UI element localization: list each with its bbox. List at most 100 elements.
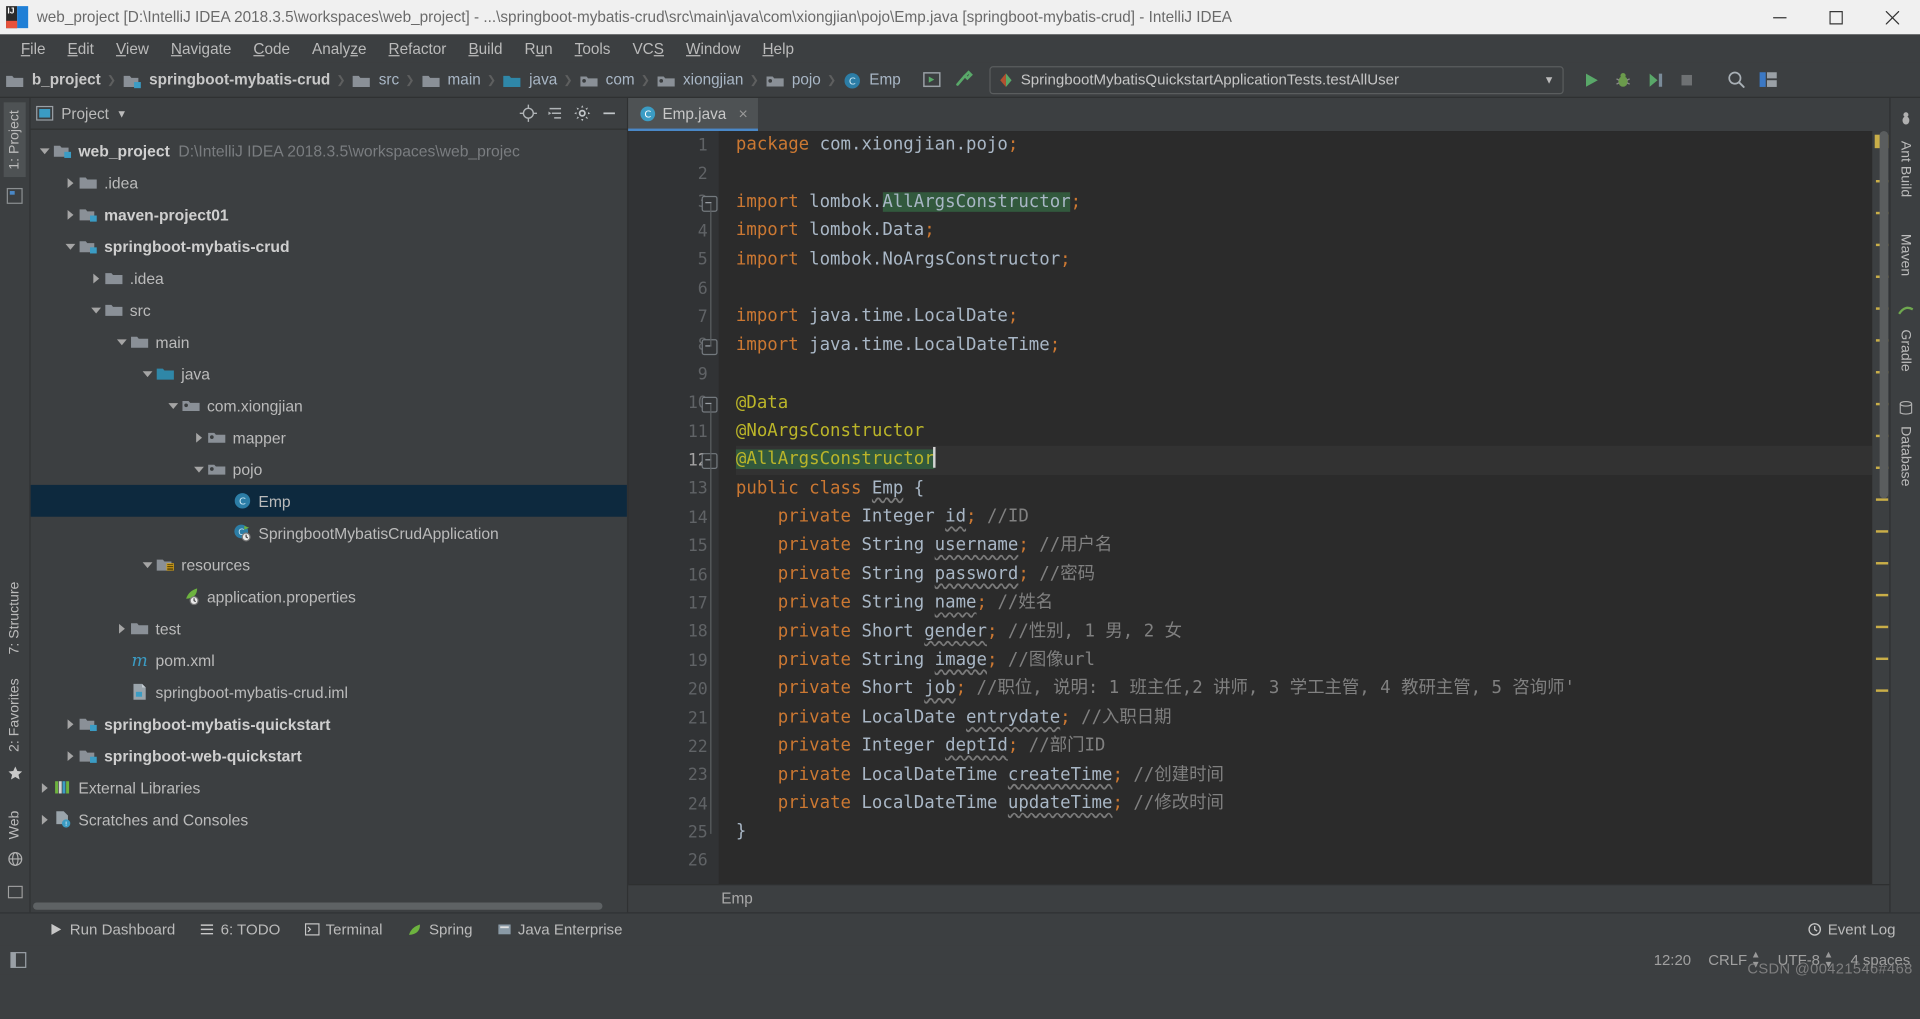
code-line[interactable]: import java.time.LocalDateTime;: [736, 332, 1872, 361]
tool-tab-database[interactable]: Database: [1894, 419, 1916, 494]
tool-tab-structure[interactable]: 7: Structure: [4, 574, 26, 661]
close-icon[interactable]: ×: [739, 104, 748, 122]
code-editor[interactable]: 1234567891011121314151617181920212223242…: [628, 131, 1889, 884]
code-line[interactable]: private LocalDateTime createTime; //创建时间: [736, 761, 1872, 790]
menu-refactor[interactable]: Refactor: [378, 37, 458, 59]
code-line[interactable]: [736, 360, 1872, 389]
code-line[interactable]: private LocalDate entrydate; //入职日期: [736, 704, 1872, 733]
chevron-down-icon[interactable]: [87, 301, 104, 318]
menu-run[interactable]: Run: [514, 37, 564, 59]
ant-build-icon[interactable]: [1897, 110, 1913, 126]
code-line[interactable]: private LocalDateTime updateTime; //修改时间: [736, 790, 1872, 819]
project-view-chevron-icon[interactable]: ▼: [116, 107, 127, 119]
bottom-tab-terminal[interactable]: Terminal: [293, 918, 395, 940]
tree-row[interactable]: mapper: [31, 421, 627, 453]
caret-position[interactable]: 12:20: [1654, 951, 1691, 968]
code-line[interactable]: @Data: [736, 389, 1872, 418]
tree-row[interactable]: springboot-mybatis-crud: [31, 230, 627, 262]
code-line[interactable]: import lombok.NoArgsConstructor;: [736, 246, 1872, 275]
breadcrumb-item-springboot-mybatis-crud[interactable]: springboot-mybatis-crud: [120, 70, 333, 88]
tree-row[interactable]: CSpringbootMybatisCrudApplication: [31, 517, 627, 549]
line-number-gutter[interactable]: 1234567891011121314151617181920212223242…: [628, 131, 719, 884]
code-line[interactable]: import lombok.Data;: [736, 217, 1872, 246]
breadcrumb-item-emp[interactable]: CEmp: [840, 70, 903, 88]
code-line[interactable]: [736, 847, 1872, 876]
menu-view[interactable]: View: [105, 37, 160, 59]
chevron-down-icon[interactable]: [164, 397, 181, 414]
tree-row[interactable]: main: [31, 326, 627, 358]
menu-build[interactable]: Build: [457, 37, 513, 59]
gradle-icon[interactable]: [1897, 303, 1913, 319]
breadcrumb-item-src[interactable]: src: [349, 70, 401, 88]
code-line[interactable]: private Integer id; //ID: [736, 503, 1872, 532]
chevron-right-icon[interactable]: [36, 779, 53, 796]
tree-row[interactable]: maven-project01: [31, 198, 627, 230]
menu-analyze[interactable]: Analyze: [301, 37, 378, 59]
code-line[interactable]: [736, 274, 1872, 303]
run-icon[interactable]: [1575, 65, 1607, 94]
chevron-right-icon[interactable]: [61, 174, 78, 191]
chevron-right-icon[interactable]: [87, 269, 104, 286]
code-line[interactable]: }: [736, 818, 1872, 847]
bottom-tab-todo[interactable]: 6: TODO: [188, 918, 293, 940]
breadcrumb-item-b-project[interactable]: b_project: [2, 70, 103, 88]
breadcrumb-item-java[interactable]: java: [500, 70, 560, 88]
tree-row[interactable]: CEmp: [31, 485, 627, 517]
bottom-tab-event-log[interactable]: Event Log: [1795, 918, 1908, 940]
code-line[interactable]: @AllArgsConstructor: [736, 446, 1872, 475]
web-globe-icon[interactable]: [7, 851, 23, 867]
menu-help[interactable]: Help: [751, 37, 805, 59]
close-button[interactable]: [1864, 0, 1920, 34]
breadcrumb-item-com[interactable]: com: [576, 70, 637, 88]
bottom-tab-run-dashboard[interactable]: Run Dashboard: [37, 918, 188, 940]
chevron-down-icon[interactable]: [113, 333, 130, 350]
menu-window[interactable]: Window: [675, 37, 752, 59]
chevron-down-icon[interactable]: [138, 556, 155, 573]
menu-file[interactable]: File: [10, 37, 57, 59]
chevron-down-icon[interactable]: [36, 142, 53, 159]
tree-row[interactable]: .idea: [31, 167, 627, 199]
tree-row[interactable]: springboot-mybatis-quickstart: [31, 708, 627, 740]
tree-row[interactable]: springboot-mybatis-crud.iml: [31, 676, 627, 708]
tree-row[interactable]: com.xiongjian: [31, 389, 627, 421]
run-configuration-selector[interactable]: SpringbootMybatisQuickstartApplicationTe…: [989, 66, 1563, 94]
code-line[interactable]: private String name; //姓名: [736, 589, 1872, 618]
run-config-edit-icon[interactable]: [915, 65, 947, 94]
tool-tab-maven[interactable]: Maven: [1894, 227, 1916, 284]
code-folding-column[interactable]: [702, 131, 719, 884]
chevron-down-icon[interactable]: [190, 460, 207, 477]
code-line[interactable]: private Integer deptId; //部门ID: [736, 732, 1872, 761]
code-line[interactable]: private String image; //图像url: [736, 647, 1872, 676]
menu-edit[interactable]: Edit: [57, 37, 105, 59]
project-horizontal-scrollbar[interactable]: [33, 902, 602, 909]
tool-tab-ant-build[interactable]: Ant Build: [1894, 133, 1916, 204]
code-line[interactable]: [736, 160, 1872, 189]
settings-gear-icon[interactable]: [568, 101, 595, 125]
project-tree[interactable]: web_projectD:\IntelliJ IDEA 2018.3.5\wor…: [31, 130, 627, 900]
code-line[interactable]: import java.time.LocalDate;: [736, 303, 1872, 332]
bottom-tab-java-enterprise[interactable]: Java Enterprise: [485, 918, 635, 940]
code-line[interactable]: @NoArgsConstructor: [736, 417, 1872, 446]
chevron-down-icon[interactable]: [138, 365, 155, 382]
locate-icon[interactable]: [514, 101, 541, 125]
tree-row[interactable]: .idea: [31, 262, 627, 294]
tree-row[interactable]: resources: [31, 549, 627, 581]
chevron-down-icon[interactable]: ▼: [1544, 73, 1555, 85]
bottom-tab-spring[interactable]: Spring: [395, 918, 485, 940]
chevron-right-icon[interactable]: [113, 620, 130, 637]
menu-code[interactable]: Code: [242, 37, 301, 59]
build-hammer-icon[interactable]: [947, 65, 979, 94]
maximize-button[interactable]: [1807, 0, 1863, 34]
stop-icon[interactable]: [1671, 65, 1703, 94]
menu-tools[interactable]: Tools: [564, 37, 622, 59]
code-line[interactable]: package com.xiongjian.pojo;: [736, 131, 1872, 160]
tree-row[interactable]: test: [31, 612, 627, 644]
code-line[interactable]: private Short job; //职位, 说明: 1 班主任,2 讲师,…: [736, 675, 1872, 704]
coverage-icon[interactable]: [1639, 65, 1671, 94]
code-text[interactable]: package com.xiongjian.pojo; import lombo…: [719, 131, 1872, 884]
code-line[interactable]: import lombok.AllArgsConstructor;: [736, 188, 1872, 217]
tool-tab-project[interactable]: 1: Project: [4, 103, 26, 177]
chevron-right-icon[interactable]: [190, 429, 207, 446]
hide-panel-icon[interactable]: [595, 101, 622, 125]
code-line[interactable]: private String password; //密码: [736, 561, 1872, 590]
